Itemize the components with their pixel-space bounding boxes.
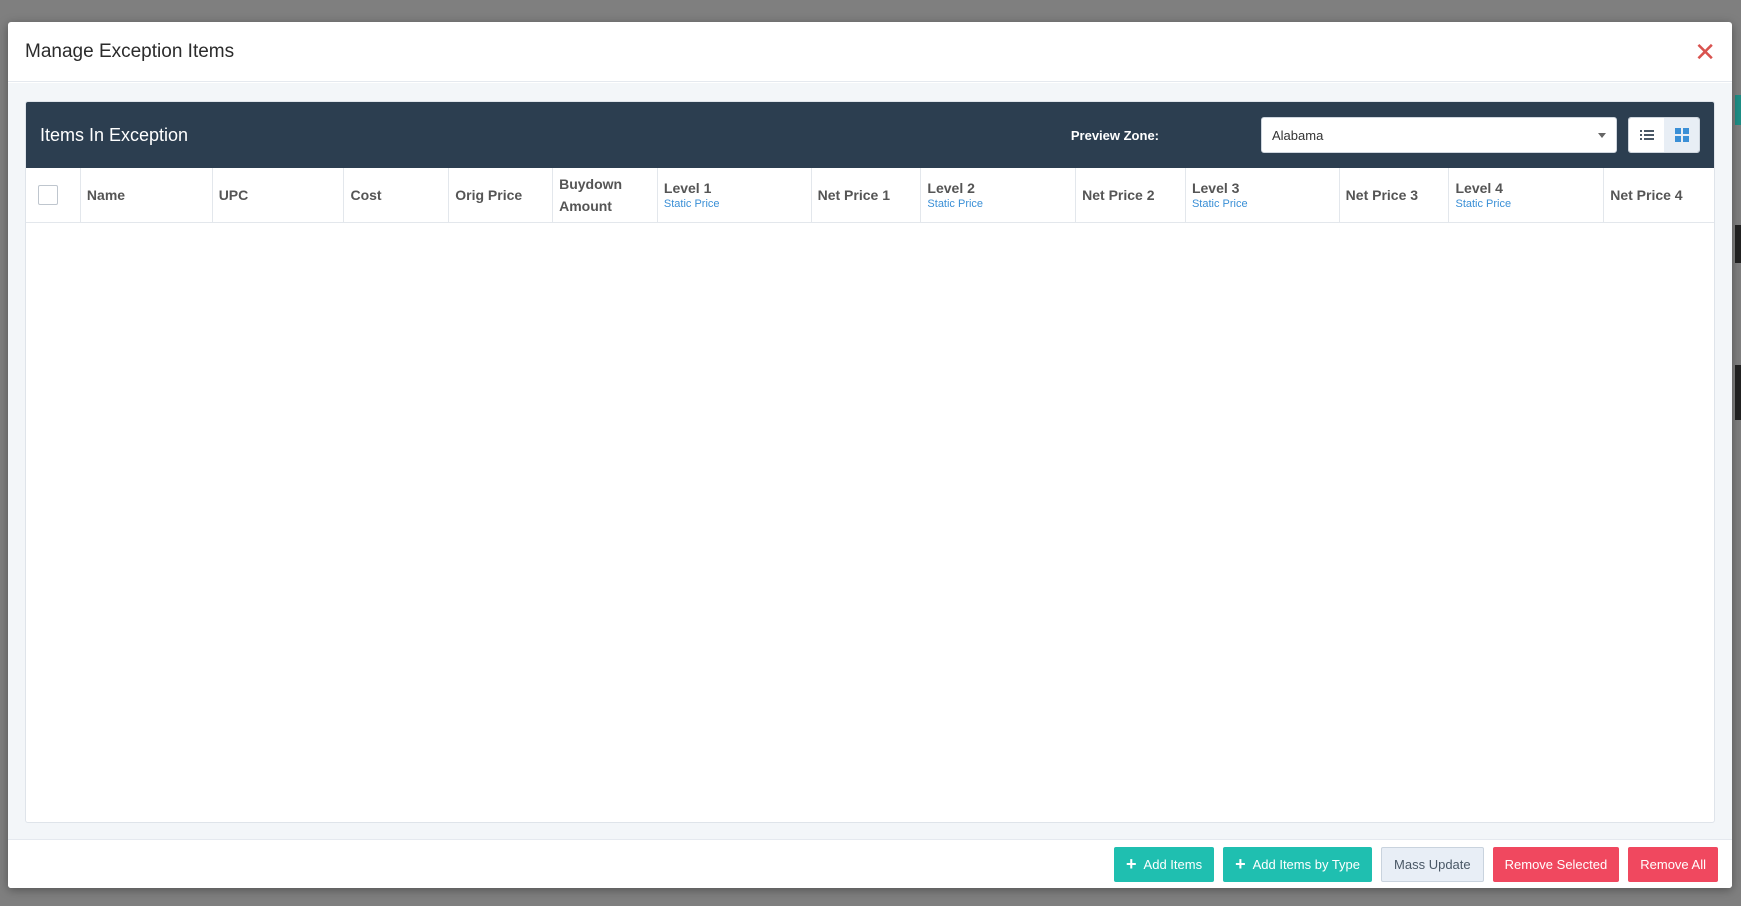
column-header-level-1[interactable]: Level 1 Static Price bbox=[658, 168, 812, 222]
background-app-strip bbox=[1735, 95, 1741, 125]
column-header-buydown-amount[interactable]: Buydown Amount bbox=[553, 168, 658, 222]
column-header-level-2[interactable]: Level 2 Static Price bbox=[921, 168, 1077, 222]
preview-zone-value: Alabama bbox=[1272, 127, 1324, 143]
add-items-button[interactable]: + Add Items bbox=[1114, 846, 1215, 882]
grid-icon bbox=[1674, 128, 1689, 142]
modal-header: Manage Exception Items ✕ bbox=[8, 22, 1732, 82]
column-header-name[interactable]: Name bbox=[81, 168, 213, 222]
column-header-orig-price[interactable]: Orig Price bbox=[449, 168, 554, 222]
column-header-upc[interactable]: UPC bbox=[213, 168, 345, 222]
panel-title: Items In Exception bbox=[40, 124, 189, 145]
column-header-level-3[interactable]: Level 3 Static Price bbox=[1186, 168, 1340, 222]
remove-all-button[interactable]: Remove All bbox=[1628, 846, 1718, 882]
column-header-net-price-3[interactable]: Net Price 3 bbox=[1340, 168, 1450, 222]
chevron-down-icon bbox=[1598, 132, 1606, 138]
table-header-row: Name UPC Cost Orig Price Buydown Amount … bbox=[26, 168, 1714, 223]
close-icon[interactable]: ✕ bbox=[1694, 39, 1716, 65]
column-header-net-price-2[interactable]: Net Price 2 bbox=[1076, 168, 1186, 222]
plus-icon: + bbox=[1126, 854, 1137, 874]
static-price-link[interactable]: Static Price bbox=[1192, 198, 1333, 210]
column-header-level-4[interactable]: Level 4 Static Price bbox=[1449, 168, 1605, 222]
column-header-net-price-1[interactable]: Net Price 1 bbox=[812, 168, 922, 222]
mass-update-button[interactable]: Mass Update bbox=[1381, 846, 1484, 882]
panel-header: Items In Exception Preview Zone: Alabama bbox=[26, 102, 1714, 168]
static-price-link[interactable]: Static Price bbox=[1455, 198, 1597, 210]
grid-view-button[interactable] bbox=[1664, 118, 1699, 152]
preview-zone-select[interactable]: Alabama bbox=[1261, 117, 1617, 153]
column-header-cost[interactable]: Cost bbox=[344, 168, 450, 222]
list-view-button[interactable] bbox=[1629, 118, 1664, 152]
background-app-strip bbox=[1735, 225, 1741, 263]
background-app-strip bbox=[1735, 365, 1741, 420]
column-header-net-price-4[interactable]: Net Price 4 bbox=[1604, 168, 1714, 222]
view-toggle bbox=[1628, 117, 1700, 153]
plus-icon: + bbox=[1235, 854, 1246, 874]
modal-body: Items In Exception Preview Zone: Alabama bbox=[8, 83, 1732, 839]
table-body bbox=[26, 223, 1714, 803]
static-price-link[interactable]: Static Price bbox=[927, 198, 1069, 210]
preview-zone-label: Preview Zone: bbox=[1070, 127, 1159, 143]
select-all-checkbox[interactable] bbox=[38, 185, 58, 205]
modal-title: Manage Exception Items bbox=[25, 40, 235, 62]
select-all-cell bbox=[26, 168, 81, 222]
manage-exception-items-modal: Manage Exception Items ✕ Items In Except… bbox=[8, 22, 1732, 888]
static-price-link[interactable]: Static Price bbox=[664, 198, 805, 210]
add-items-by-type-button[interactable]: + Add Items by Type bbox=[1223, 846, 1373, 882]
remove-selected-button[interactable]: Remove Selected bbox=[1492, 846, 1620, 882]
modal-footer: + Add Items + Add Items by Type Mass Upd… bbox=[8, 839, 1732, 888]
list-icon bbox=[1639, 130, 1654, 140]
items-in-exception-panel: Items In Exception Preview Zone: Alabama bbox=[25, 101, 1715, 823]
